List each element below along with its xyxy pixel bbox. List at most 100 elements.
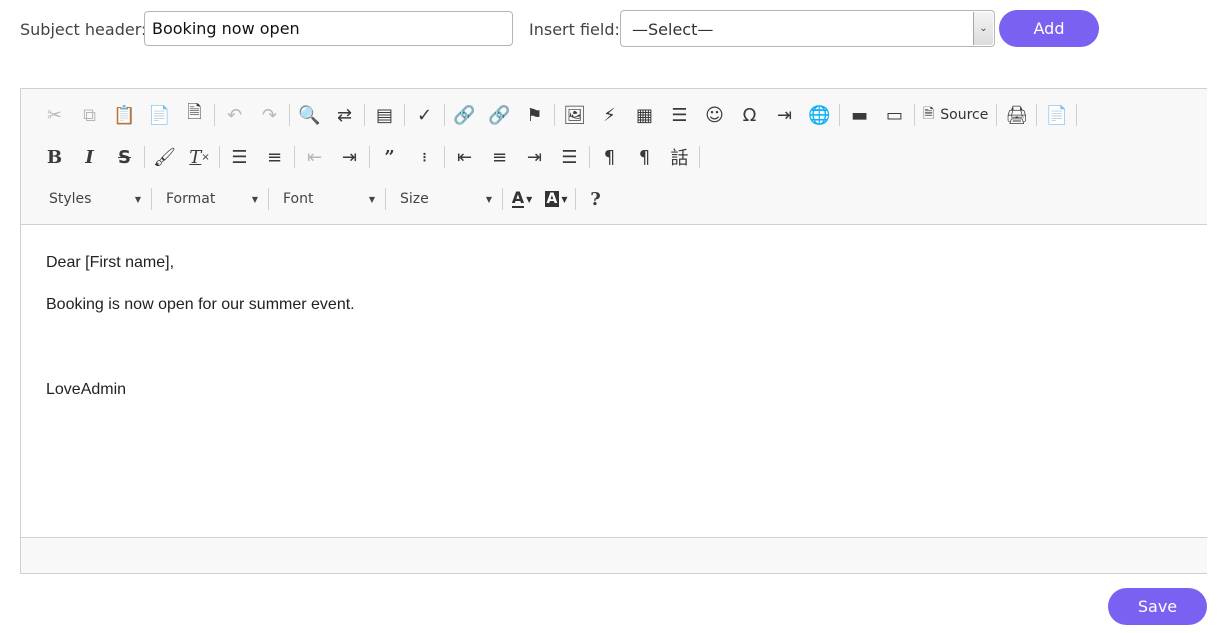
toolbar-separator <box>914 104 915 126</box>
increase-indent-icon[interactable]: ⇥ <box>332 142 367 172</box>
source-label: Source <box>940 107 989 123</box>
caret-down-icon: ▼ <box>561 194 568 204</box>
toolbar-separator <box>589 146 590 168</box>
subject-header-input[interactable] <box>144 11 513 46</box>
page-break-icon[interactable]: ⇥ <box>767 100 802 130</box>
button-field-icon[interactable]: ▭ <box>877 100 912 130</box>
editor-toolbar: ✂ ⧉ 📋 📄 🗎 ↶ ↷ 🔍 ⇄ ▤ ✓ 🔗 🔗 ⚑ 🖼 ⚡ ▦ ☰ ☺ Ω … <box>21 89 1207 225</box>
insert-field-selected-value: —Select— <box>632 20 714 39</box>
align-right-icon[interactable]: ⇥ <box>517 142 552 172</box>
link-icon[interactable]: 🔗 <box>447 100 482 130</box>
blockquote-icon[interactable]: ” <box>372 142 407 172</box>
spellcheck-icon[interactable]: ✓ <box>407 100 442 130</box>
paste-text-icon[interactable]: 📄 <box>142 100 177 130</box>
toolbar-separator <box>219 146 220 168</box>
special-char-omega-icon[interactable]: Ω <box>732 100 767 130</box>
format-dropdown-label: Format <box>166 191 216 207</box>
toolbar-separator <box>404 104 405 126</box>
toolbar-row-1: ✂ ⧉ 📋 📄 🗎 ↶ ↷ 🔍 ⇄ ▤ ✓ 🔗 🔗 ⚑ 🖼 ⚡ ▦ ☰ ☺ Ω … <box>37 100 1079 130</box>
toolbar-separator <box>699 146 700 168</box>
size-dropdown[interactable]: Size ▼ <box>388 186 500 212</box>
caret-down-icon: ▼ <box>526 194 533 204</box>
find-icon[interactable]: 🔍 <box>292 100 327 130</box>
toolbar-row-2: B I S 🖌 T × ☰ ≡ ⇤ ⇥ ” ⋮ ⇤ ≡ ⇥ ☰ ¶ ¶ 話 <box>37 142 702 172</box>
text-color-button[interactable]: A ▼ <box>505 184 539 214</box>
editor-content-area[interactable]: Dear [First name], Booking is now open f… <box>21 225 1207 538</box>
remove-format-icon[interactable]: T × <box>182 142 217 172</box>
justify-icon[interactable]: ☰ <box>552 142 587 172</box>
anchor-flag-icon[interactable]: ⚑ <box>517 100 552 130</box>
decrease-indent-icon[interactable]: ⇤ <box>297 142 332 172</box>
insert-field-select[interactable]: —Select— ⌄ <box>620 10 995 47</box>
toolbar-separator <box>444 146 445 168</box>
toolbar-separator <box>444 104 445 126</box>
language-icon[interactable]: 話 <box>662 142 697 172</box>
background-color-icon: A <box>544 191 560 207</box>
paste-icon[interactable]: 📋 <box>107 100 142 130</box>
toolbar-separator <box>1036 104 1038 126</box>
flash-icon[interactable]: ⚡ <box>592 100 627 130</box>
copy-icon[interactable]: ⧉ <box>72 100 107 130</box>
paste-word-icon[interactable]: 🗎 <box>177 100 212 130</box>
size-dropdown-label: Size <box>400 191 429 207</box>
align-left-icon[interactable]: ⇤ <box>447 142 482 172</box>
horizontal-rule-icon[interactable]: ☰ <box>662 100 697 130</box>
insert-field-label: Insert field: <box>529 20 620 39</box>
undo-icon[interactable]: ↶ <box>217 100 252 130</box>
help-question-icon[interactable]: ? <box>578 184 613 214</box>
subject-header-label: Subject header: <box>20 20 147 39</box>
toolbar-separator <box>385 188 386 210</box>
font-dropdown[interactable]: Font ▼ <box>271 186 383 212</box>
bulleted-list-icon[interactable]: ≡ <box>257 142 292 172</box>
styles-dropdown-label: Styles <box>49 191 92 207</box>
toolbar-separator <box>839 104 840 126</box>
print-icon[interactable]: 🖨 <box>999 100 1034 130</box>
table-icon[interactable]: ▦ <box>627 100 662 130</box>
text-direction-rtl-icon[interactable]: ¶ <box>627 142 662 172</box>
caret-down-icon: ▼ <box>251 194 258 204</box>
text-field-icon[interactable]: ▬ <box>842 100 877 130</box>
copy-format-brush-icon[interactable]: 🖌 <box>147 142 182 172</box>
toolbar-row-3: Styles ▼ Format ▼ Font ▼ Size ▼ A ▼ A ▼ … <box>37 184 613 214</box>
toolbar-separator <box>554 104 555 126</box>
background-color-button[interactable]: A ▼ <box>539 184 573 214</box>
editor-status-bar <box>21 537 1207 573</box>
numbered-list-icon[interactable]: ☰ <box>222 142 257 172</box>
toolbar-separator <box>996 104 998 126</box>
chevron-down-icon[interactable]: ⌄ <box>973 12 993 45</box>
templates-document-icon[interactable]: 📄 <box>1039 100 1074 130</box>
strikethrough-button[interactable]: S <box>107 142 142 172</box>
cut-icon[interactable]: ✂ <box>37 100 72 130</box>
replace-icon[interactable]: ⇄ <box>327 100 362 130</box>
toolbar-separator <box>575 188 576 210</box>
content-greeting: Dear [First name], <box>46 254 175 271</box>
italic-button[interactable]: I <box>72 142 107 172</box>
bold-button[interactable]: B <box>37 142 72 172</box>
toolbar-separator <box>151 188 152 210</box>
toolbar-separator <box>268 188 269 210</box>
save-button[interactable]: Save <box>1108 588 1207 625</box>
source-button[interactable]: 🗎 Source <box>917 100 994 130</box>
unlink-icon[interactable]: 🔗 <box>482 100 517 130</box>
add-button[interactable]: Add <box>999 10 1099 47</box>
toolbar-separator <box>144 146 145 168</box>
toolbar-separator <box>214 104 215 126</box>
redo-icon[interactable]: ↷ <box>252 100 287 130</box>
caret-down-icon: ▼ <box>134 194 141 204</box>
format-dropdown[interactable]: Format ▼ <box>154 186 266 212</box>
select-all-icon[interactable]: ▤ <box>367 100 402 130</box>
toolbar-separator <box>289 104 290 126</box>
text-color-icon: A <box>511 188 525 208</box>
create-div-icon[interactable]: ⋮ <box>407 142 442 172</box>
content-signature: LoveAdmin <box>46 381 127 398</box>
styles-dropdown[interactable]: Styles ▼ <box>37 186 149 212</box>
align-center-icon[interactable]: ≡ <box>482 142 517 172</box>
caret-down-icon: ▼ <box>368 194 375 204</box>
toolbar-separator <box>294 146 295 168</box>
image-icon[interactable]: 🖼 <box>557 100 592 130</box>
rich-text-editor: ✂ ⧉ 📋 📄 🗎 ↶ ↷ 🔍 ⇄ ▤ ✓ 🔗 🔗 ⚑ 🖼 ⚡ ▦ ☰ ☺ Ω … <box>20 88 1207 574</box>
iframe-globe-icon[interactable]: 🌐 <box>802 100 837 130</box>
smiley-icon[interactable]: ☺ <box>697 100 732 130</box>
toolbar-separator <box>502 188 503 210</box>
text-direction-ltr-icon[interactable]: ¶ <box>592 142 627 172</box>
